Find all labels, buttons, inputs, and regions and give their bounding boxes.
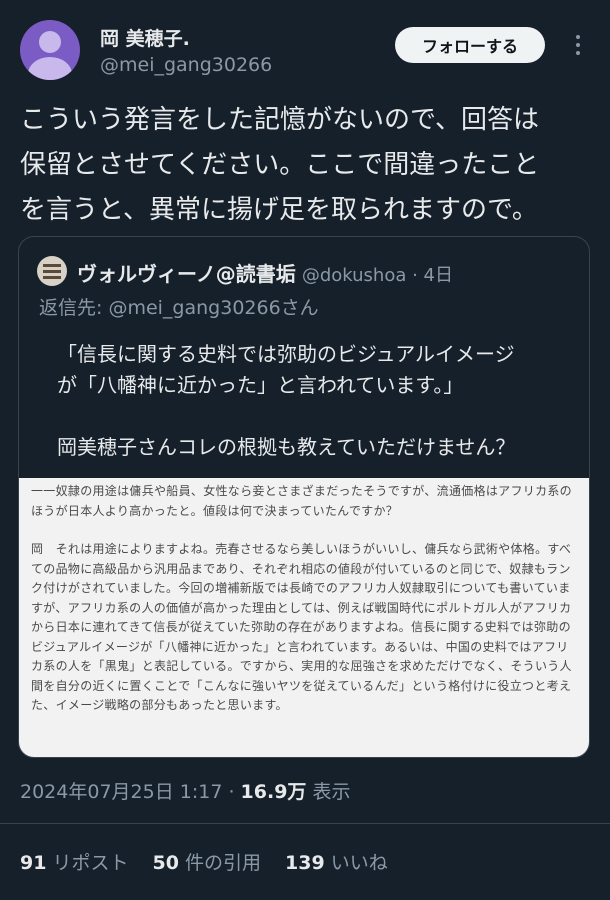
quotes-stat[interactable]: 50 件の引用 bbox=[153, 852, 261, 874]
divider bbox=[0, 823, 610, 824]
tweet-text: こういう発言をした記憶がないので、回答は 保留とさせてください。ここで間違ったこ… bbox=[20, 105, 540, 225]
quotes-count: 50 bbox=[152, 852, 179, 874]
quotes-label: 件の引用 bbox=[184, 852, 261, 874]
quoted-image[interactable]: 一一奴隷の用途は傭兵や船員、女性なら妾とさまざまだったそうですが、流通価格はアフ… bbox=[19, 478, 589, 757]
image-answer-text: 岡 それは用途によりますよね。売春させるなら美しいほうがいいし、傭兵なら武術や体… bbox=[31, 542, 572, 712]
tweet-meta: 2024年07月25日 1:17 · 16.9万 表示 bbox=[20, 777, 350, 804]
views-label: 表示 bbox=[306, 781, 351, 803]
reposts-stat[interactable]: 91 リポスト bbox=[20, 852, 128, 874]
views-count: 16.9万 bbox=[240, 781, 307, 803]
follow-button[interactable]: フォローする bbox=[395, 27, 545, 63]
reposts-count: 91 bbox=[20, 852, 47, 874]
author-handle[interactable]: @mei_gang30266 bbox=[100, 54, 272, 76]
author-display-name[interactable]: 岡 美穂子. bbox=[100, 24, 190, 51]
more-icon[interactable] bbox=[568, 32, 588, 60]
quoted-display-name: ヴォルヴィーノ@読書垢 bbox=[77, 262, 296, 286]
likes-stat[interactable]: 139 いいね bbox=[285, 852, 388, 874]
image-question-text: 一一奴隷の用途は傭兵や船員、女性なら妾とさまざまだったそうですが、流通価格はアフ… bbox=[31, 484, 572, 518]
quoted-header: ヴォルヴィーノ@読書垢 @dokushoa · 4日 bbox=[77, 258, 453, 287]
likes-count: 139 bbox=[285, 852, 325, 874]
reply-to-label: 返信先: bbox=[39, 297, 109, 319]
reply-to-handle[interactable]: @mei_gang30266さん bbox=[108, 297, 318, 319]
quoted-tweet[interactable]: ヴォルヴィーノ@読書垢 @dokushoa · 4日 返信先: @mei_gang… bbox=[18, 236, 590, 758]
tweet-header: 岡 美穂子. @mei_gang30266 フォローする bbox=[20, 20, 590, 84]
avatar[interactable] bbox=[20, 20, 80, 80]
reply-to-line: 返信先: @mei_gang30266さん bbox=[39, 293, 319, 320]
engagement-stats: 91 リポスト 50 件の引用 139 いいね bbox=[20, 848, 406, 875]
quoted-handle-time: @dokushoa · 4日 bbox=[301, 265, 453, 286]
reposts-label: リポスト bbox=[52, 852, 129, 874]
quoted-avatar[interactable] bbox=[37, 256, 67, 286]
quoted-text: 「信長に関する史料では弥助のビジュアルイメージ が「八幡神に近かった」と言われて… bbox=[57, 342, 516, 459]
timestamp[interactable]: 2024年07月25日 1:17 · bbox=[20, 781, 241, 803]
likes-label: いいね bbox=[330, 852, 388, 874]
